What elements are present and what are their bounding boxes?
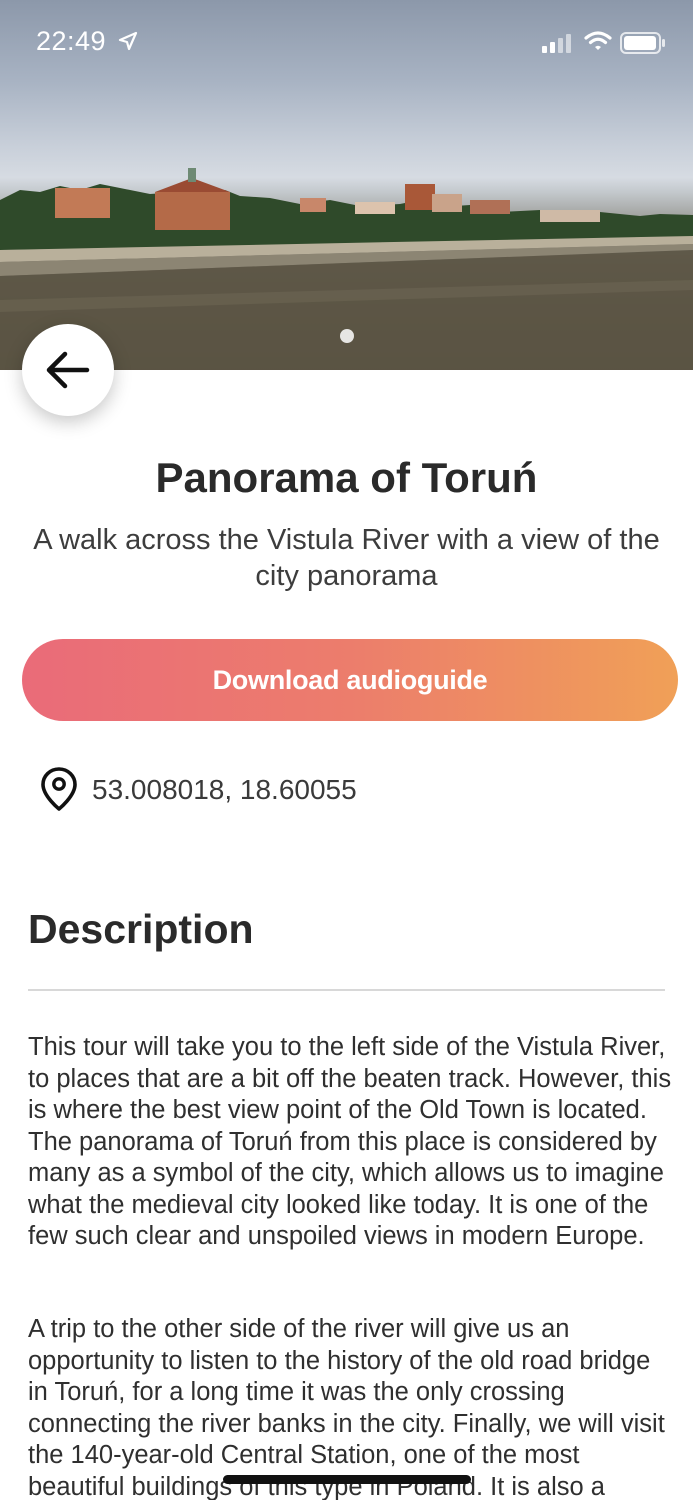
description-paragraph: A trip to the other side of the river wi… [28,1315,665,1500]
carousel-page-indicator[interactable] [340,329,354,343]
back-button[interactable] [22,324,114,416]
arrow-left-icon [46,351,90,389]
description-paragraph: This tour will take you to the left side… [28,1033,672,1250]
page-title: Panorama of Toruń [155,454,538,501]
description-heading: Description [28,906,254,952]
map-pin-icon [41,767,77,811]
coordinates-text[interactable]: 53.008018, 18.60055 [92,774,357,806]
divider [28,989,665,991]
location-arrow-icon [118,31,138,51]
home-indicator[interactable] [223,1475,471,1484]
wifi-icon [584,31,612,50]
page-subtitle: A walk across the Vistula River with a v… [33,524,660,592]
download-audioguide-button[interactable]: Download audioguide [22,639,678,721]
cellular-signal-icon [542,34,571,53]
status-time: 22:49 [36,26,107,56]
battery-icon [620,32,665,54]
